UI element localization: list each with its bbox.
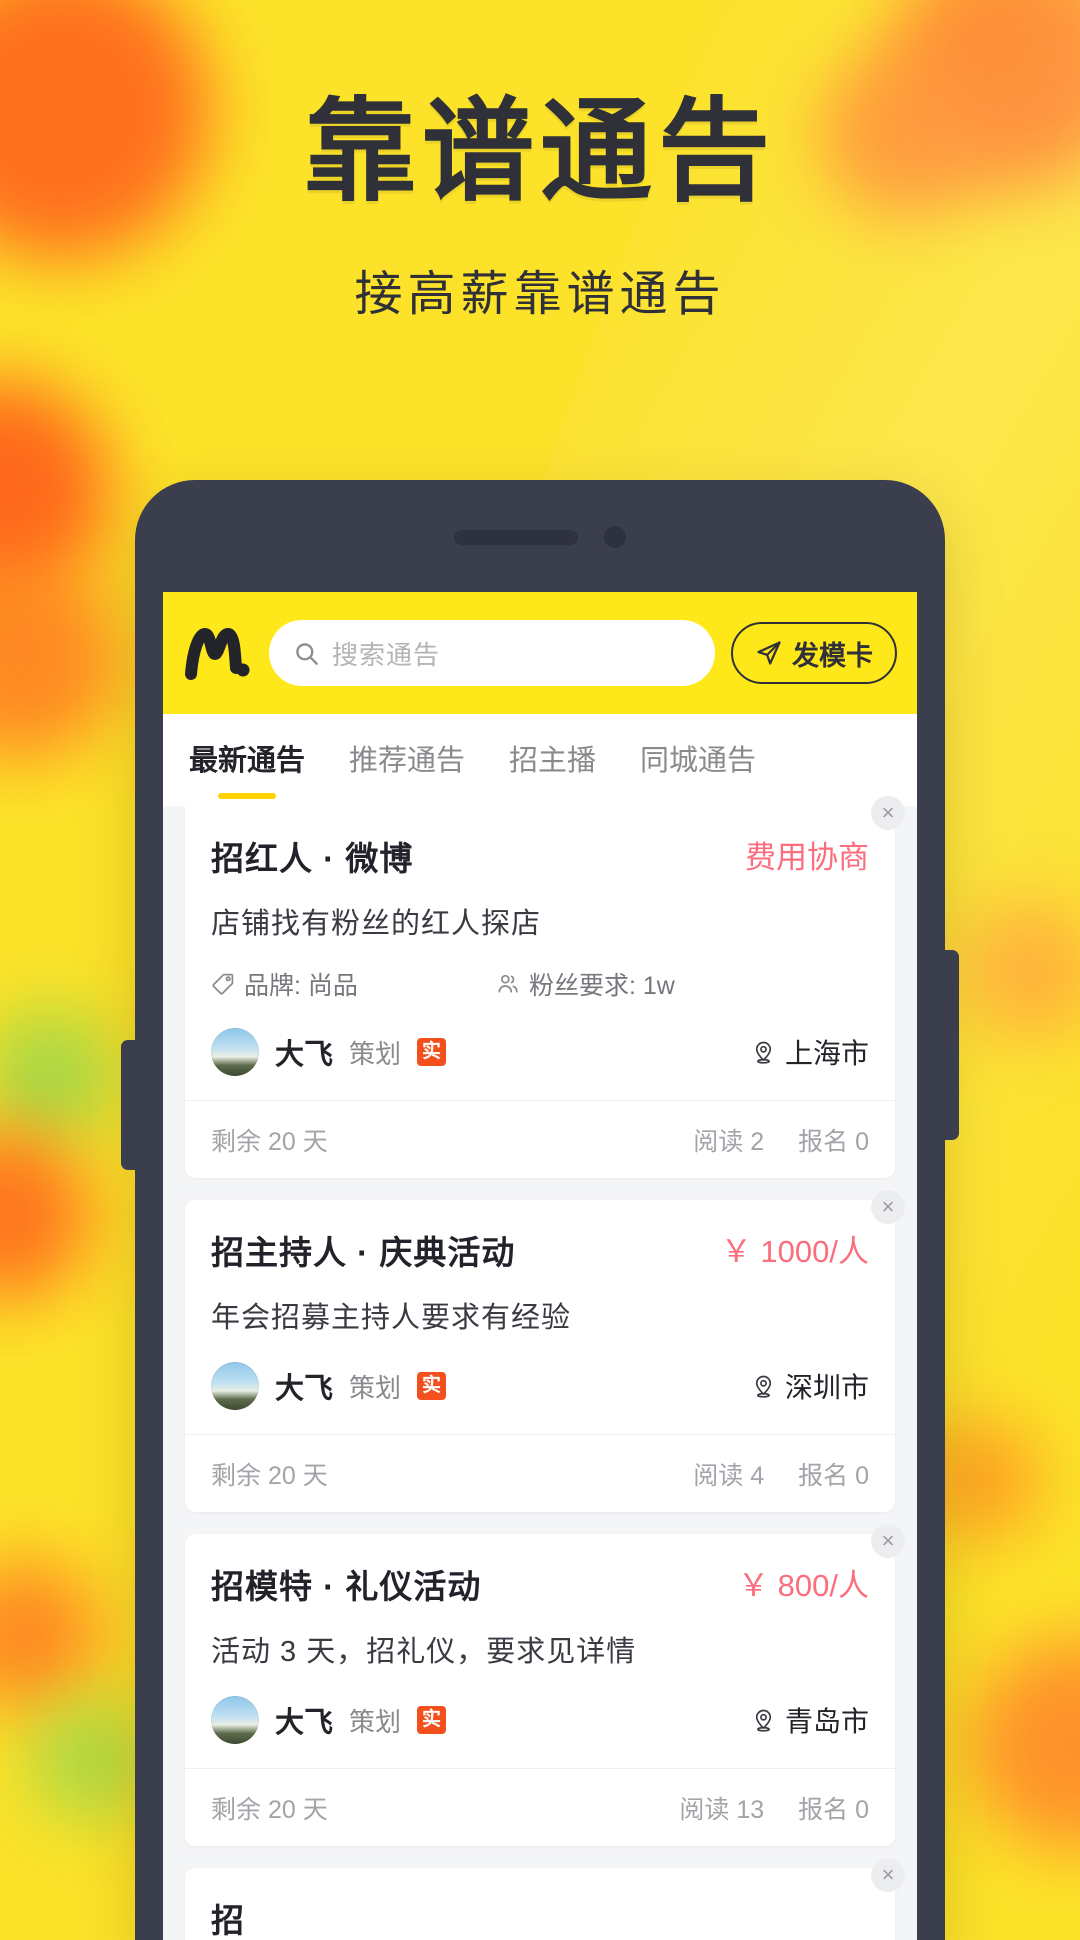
card-footer: 剩余 20 天 阅读 13 报名 0 <box>185 1768 895 1846</box>
card-footer: 剩余 20 天 阅读 2 报名 0 <box>185 1100 895 1178</box>
job-price: 费用协商 <box>745 840 869 875</box>
table-row[interactable]: × 招主持人 · 庆典活动 ￥ 1000/人 年会招募主持人要求有经验 大飞 策… <box>185 1190 905 1512</box>
avatar <box>211 1696 259 1744</box>
status-badge: 实 <box>417 1372 447 1400</box>
signup-count: 报名 0 <box>798 1127 869 1156</box>
search-placeholder: 搜索通告 <box>332 639 441 670</box>
publisher-info[interactable]: 大飞 策划 实 <box>211 1362 447 1410</box>
bg-blob <box>0 1560 100 1710</box>
job-location-label: 上海市 <box>784 1038 869 1069</box>
tab-local[interactable]: 同城通告 <box>640 737 756 783</box>
job-location-label: 青岛市 <box>784 1706 869 1737</box>
publisher-info[interactable]: 大飞 策划 实 <box>211 1028 447 1076</box>
page-title: 靠谱通告 <box>304 89 776 214</box>
job-location-label: 深圳市 <box>784 1372 869 1403</box>
send-model-card-label: 发模卡 <box>792 640 873 671</box>
job-location: 上海市 <box>751 1032 869 1072</box>
read-count: 阅读 13 <box>679 1795 765 1824</box>
location-pin-icon <box>751 1040 776 1065</box>
job-title: 招模特 · 礼仪活动 <box>211 1568 482 1605</box>
job-fans-label: 粉丝要求: 1w <box>529 972 675 1000</box>
close-icon[interactable]: × <box>871 1524 905 1558</box>
bg-blob <box>0 1010 115 1140</box>
search-input[interactable]: 搜索通告 <box>269 620 715 686</box>
bg-blob <box>0 560 120 760</box>
avatar <box>211 1362 259 1410</box>
m-logo-icon <box>183 622 253 684</box>
send-plane-icon <box>755 639 783 667</box>
search-icon <box>293 640 320 667</box>
table-row[interactable]: × 招红人 · 微博 费用协商 店铺找有粉丝的红人探店 品牌: 尚品 粉丝要求:… <box>185 796 905 1178</box>
days-remaining: 剩余 20 天 <box>211 1461 328 1490</box>
job-description: 年会招募主持人要求有经验 <box>211 1302 572 1334</box>
job-publisher: 大飞 策划 实 青岛市 <box>211 1696 869 1768</box>
job-title: 招主持人 · 庆典活动 <box>211 1234 516 1271</box>
days-remaining: 剩余 20 天 <box>211 1795 328 1824</box>
tab-latest[interactable]: 最新通告 <box>189 737 305 783</box>
close-icon[interactable]: × <box>871 796 905 830</box>
signup-count: 报名 0 <box>798 1461 869 1490</box>
publisher-role: 策划 <box>349 1038 402 1069</box>
job-fans: 粉丝要求: 1w <box>496 966 675 1002</box>
close-icon[interactable]: × <box>871 1858 905 1892</box>
job-price: ￥ 1000/人 <box>720 1234 869 1269</box>
job-description: 店铺找有粉丝的红人探店 <box>211 908 542 940</box>
status-badge: 实 <box>417 1706 447 1734</box>
publisher-name: 大飞 <box>275 1373 334 1405</box>
bg-blob <box>970 1640 1080 1850</box>
signup-count: 报名 0 <box>798 1795 869 1824</box>
job-meta: 品牌: 尚品 粉丝要求: 1w <box>211 966 869 1002</box>
location-pin-icon <box>751 1708 776 1733</box>
card-header: 招主持人 · 庆典活动 ￥ 1000/人 <box>211 1226 869 1274</box>
fans-icon <box>496 972 520 996</box>
job-title: 招红人 · 微博 <box>211 840 414 877</box>
table-row[interactable]: × 招 <box>185 1858 905 1940</box>
app-header: 搜索通告 发模卡 <box>163 592 917 714</box>
card-header: 招红人 · 微博 费用协商 <box>211 832 869 880</box>
job-location: 深圳市 <box>751 1366 869 1406</box>
job-publisher: 大飞 策划 实 深圳市 <box>211 1362 869 1434</box>
days-remaining: 剩余 20 天 <box>211 1127 328 1156</box>
publisher-info[interactable]: 大飞 策划 实 <box>211 1696 447 1744</box>
read-count: 阅读 4 <box>693 1461 765 1490</box>
status-badge: 实 <box>417 1038 447 1066</box>
avatar <box>211 1028 259 1076</box>
job-description: 活动 3 天，招礼仪，要求见详情 <box>211 1636 637 1668</box>
send-model-card-button[interactable]: 发模卡 <box>731 622 897 684</box>
publisher-role: 策划 <box>349 1372 402 1403</box>
tab-recommend[interactable]: 推荐通告 <box>349 737 465 783</box>
job-price: ￥ 800/人 <box>738 1568 869 1603</box>
card-header: 招 <box>211 1894 869 1940</box>
phone-screen: 搜索通告 发模卡 最新通告 推荐通告 招主播 同城通告 × 招红人 · 微博 费… <box>163 592 917 1940</box>
job-location: 青岛市 <box>751 1700 869 1740</box>
close-icon[interactable]: × <box>871 1190 905 1224</box>
job-publisher: 大飞 策划 实 上海市 <box>211 1028 869 1100</box>
phone-camera-icon <box>604 526 626 548</box>
tab-bar: 最新通告 推荐通告 招主播 同城通告 <box>163 714 917 806</box>
publisher-name: 大飞 <box>275 1707 334 1739</box>
card-footer: 剩余 20 天 阅读 4 报名 0 <box>185 1434 895 1512</box>
job-brand: 品牌: 尚品 <box>211 966 496 1002</box>
card-header: 招模特 · 礼仪活动 ￥ 800/人 <box>211 1560 869 1608</box>
job-feed: × 招红人 · 微博 费用协商 店铺找有粉丝的红人探店 品牌: 尚品 粉丝要求:… <box>163 796 917 1940</box>
phone-speaker <box>454 529 578 545</box>
publisher-role: 策划 <box>349 1706 402 1737</box>
job-brand-label: 品牌: 尚品 <box>244 972 358 1000</box>
tag-icon <box>211 972 235 996</box>
table-row[interactable]: × 招模特 · 礼仪活动 ￥ 800/人 活动 3 天，招礼仪，要求见详情 大飞… <box>185 1524 905 1846</box>
read-count: 阅读 2 <box>693 1127 765 1156</box>
location-pin-icon <box>751 1374 776 1399</box>
job-title: 招 <box>211 1902 245 1939</box>
hero-section: 靠谱通告 接高薪靠谱通告 <box>0 96 1080 324</box>
tab-anchor[interactable]: 招主播 <box>509 737 596 783</box>
bg-blob <box>0 1130 90 1300</box>
bg-blob <box>30 1700 150 1820</box>
page-subtitle: 接高薪靠谱通告 <box>354 268 726 321</box>
phone-mockup: 搜索通告 发模卡 最新通告 推荐通告 招主播 同城通告 × 招红人 · 微博 费… <box>121 480 959 1940</box>
publisher-name: 大飞 <box>275 1039 334 1071</box>
phone-notch <box>135 526 945 548</box>
